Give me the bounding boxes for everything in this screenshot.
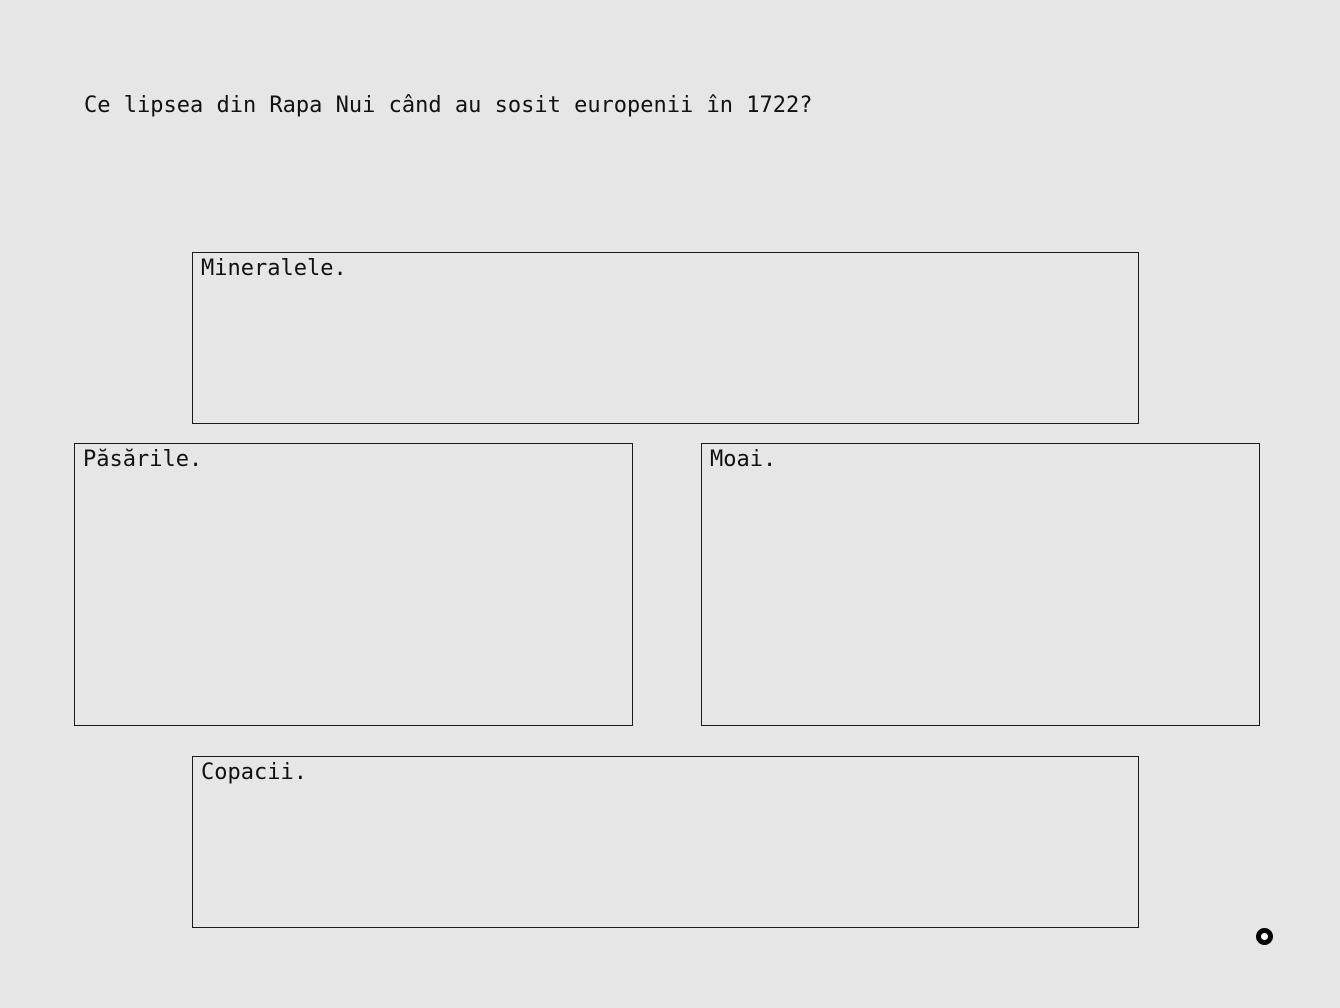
answer-option-moai[interactable]: Moai. [701, 443, 1260, 726]
answer-option-copacii[interactable]: Copacii. [192, 756, 1139, 928]
answer-option-pasarile[interactable]: Păsările. [74, 443, 633, 726]
question-text: Ce lipsea din Rapa Nui când au sosit eur… [84, 93, 813, 118]
answer-option-mineralele[interactable]: Mineralele. [192, 252, 1139, 424]
ring-cursor-icon [1256, 928, 1273, 945]
